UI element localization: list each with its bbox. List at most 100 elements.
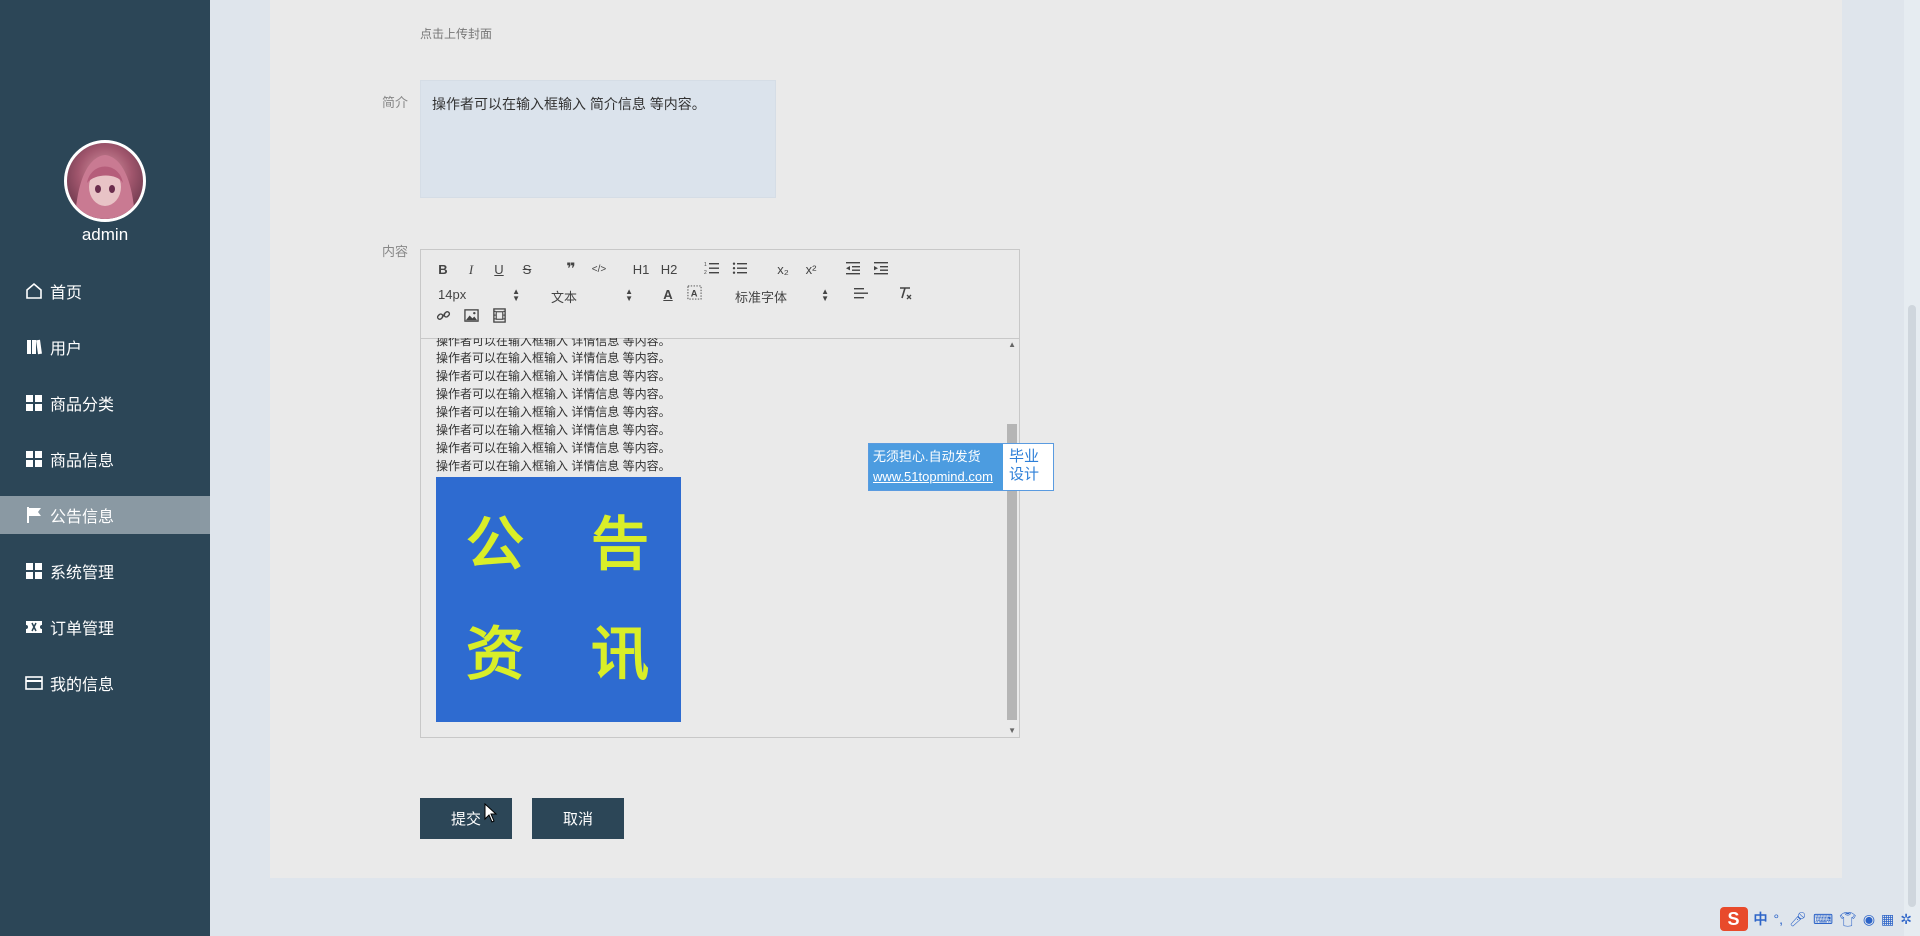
content-line: 操作者可以在输入框输入 详情信息 等内容。 [436,459,671,473]
home-icon [24,281,44,301]
sidebar-item-label: 系统管理 [50,565,115,582]
sidebar-item-orders[interactable]: 订单管理 [0,608,210,646]
scroll-up-icon[interactable]: ▲ [1008,340,1016,349]
sidebar-item-home[interactable]: 首页 [0,272,210,310]
book-icon [24,337,44,357]
sidebar-item-users[interactable]: 用户 [0,328,210,366]
indent-icon[interactable] [871,260,891,280]
intro-textarea[interactable]: 操作者可以在输入框输入 简介信息 等内容。 [420,80,776,198]
editor-scrollbar[interactable]: ▲ ▼ [1005,338,1019,737]
svg-text:2: 2 [704,270,707,276]
sidebar-item-label: 首页 [50,285,83,302]
sidebar-item-announcements[interactable]: 公告信息 [0,496,210,534]
grid-icon [24,561,44,581]
content-line: 操作者可以在输入框输入 详情信息 等内容。 [436,351,671,365]
form-panel: 点击上传封面 简介 操作者可以在输入框输入 简介信息 等内容。 内容 B I U… [270,0,1842,878]
select-arrow-icon: ▲ ▼ [625,287,633,303]
sidebar-item-label: 商品信息 [50,453,115,470]
video-icon[interactable] [489,308,509,328]
svg-text:1: 1 [704,262,707,268]
grid-icon [24,393,44,413]
heading2-button[interactable]: H2 [659,260,679,280]
upload-cover-hint[interactable]: 点击上传封面 [420,25,492,42]
intro-label: 简介 [382,95,409,110]
align-icon[interactable] [851,285,871,305]
sidebar-menu: 首页 用户 商品分类 商品信息 公告信息 系统管理 订单管理 我的信息 [0,272,210,720]
page-scrollbar[interactable] [1904,0,1920,936]
font-family-select[interactable]: 标准字体 ▲ ▼ [735,287,829,306]
announcement-banner-image: 公 告 资 讯 [436,477,681,722]
editor-content[interactable]: 操作者可以在输入框输入 详情信息 等内容。 操作者可以在输入框输入 详情信息 等… [421,338,1019,737]
watermark-badge: 无须担心.自动发货 www.51topmind.com 毕业 设计 [868,443,1054,491]
outdent-icon[interactable] [843,260,863,280]
content-line: 操作者可以在输入框输入 详情信息 等内容。 [436,423,671,437]
ime-mode[interactable]: 中 [1754,909,1768,929]
strikethrough-button[interactable]: S [517,260,537,280]
ordered-list-icon[interactable]: 12 [702,260,722,280]
italic-button[interactable]: I [461,260,481,280]
font-family-value: 标准字体 [735,290,788,305]
sidebar-item-label: 我的信息 [50,677,115,694]
bullet-list-icon[interactable] [730,260,750,280]
grid-icon [24,449,44,469]
background-color-icon[interactable]: A [684,285,704,305]
banner-char: 资 [466,620,525,688]
sidebar-item-system[interactable]: 系统管理 [0,552,210,590]
card-icon [24,673,44,693]
apps-grid-icon[interactable]: ▦ [1881,911,1894,928]
link-icon[interactable] [433,308,453,328]
font-color-icon[interactable]: A [658,285,678,305]
watermark-url: www.51topmind.com [873,469,993,484]
microphone-icon[interactable]: 🎤︎ [1789,911,1807,928]
sidebar-item-profile[interactable]: 我的信息 [0,664,210,702]
banner-char: 讯 [591,620,650,688]
sidebar-item-categories[interactable]: 商品分类 [0,384,210,422]
sidebar-item-label: 用户 [50,341,83,358]
ime-toolbar: S 中 °, 🎤︎ ⌨ 👕︎ ◉ ▦ ✲ [1719,906,1912,932]
punctuation-icon[interactable]: °, [1774,911,1784,927]
scroll-down-icon[interactable]: ▼ [1008,726,1016,735]
editor-toolbar: B I U S ❞ </> H1 H2 12 x₂ x² 14px ▲ ▼ 文本… [421,250,1019,339]
image-icon[interactable] [461,308,481,328]
select-arrow-icon: ▲ ▼ [821,287,829,303]
subscript-button[interactable]: x₂ [773,260,793,280]
underline-button[interactable]: U [489,260,509,280]
sidebar-item-products[interactable]: 商品信息 [0,440,210,478]
avatar-image [75,155,135,219]
font-size-value: 14px [438,287,467,302]
content-label: 内容 [382,244,409,259]
content-line: 操作者可以在输入框输入 详情信息 等内容。 [436,369,671,383]
sidebar-item-label: 订单管理 [50,621,115,638]
watermark-line1: 无须担心.自动发货 [873,449,981,464]
watermark-right: 毕业 设计 [1003,444,1053,490]
content-line: 操作者可以在输入框输入 详情信息 等内容。 [436,441,671,455]
skin-icon[interactable]: 👕︎ [1839,911,1857,928]
sidebar-item-label: 商品分类 [50,397,115,414]
ticket-icon [24,617,44,637]
code-block-button[interactable]: </> [589,260,609,280]
keyboard-icon[interactable]: ⌨ [1813,911,1833,928]
bold-button[interactable]: B [433,260,453,280]
sidebar-item-label: 公告信息 [50,509,115,526]
watermark-right-line1: 毕业 [1009,448,1040,465]
username: admin [81,225,129,244]
robot-icon[interactable]: ◉ [1863,911,1875,928]
content-line: 操作者可以在输入框输入 详情信息 等内容。 [436,387,671,401]
heading1-button[interactable]: H1 [631,260,651,280]
settings-icon[interactable]: ✲ [1900,911,1912,928]
sogou-logo-icon[interactable]: S [1719,907,1748,931]
watermark-right-line2: 设计 [1009,466,1040,483]
submit-button[interactable]: 提交 [420,798,512,839]
svg-text:A: A [690,288,697,298]
avatar[interactable] [64,140,146,222]
paragraph-select[interactable]: 文本 ▲ ▼ [551,287,633,306]
cancel-button[interactable]: 取消 [532,798,624,839]
clear-format-icon[interactable] [895,285,915,305]
watermark-left: 无须担心.自动发货 www.51topmind.com [869,444,1003,490]
flag-icon [24,505,44,525]
font-size-select[interactable]: 14px ▲ ▼ [438,287,520,303]
page-scrollbar-thumb[interactable] [1908,305,1916,907]
sidebar: admin 首页 用户 商品分类 商品信息 公告信息 系统管理 订单管理 我的信… [0,0,210,936]
superscript-button[interactable]: x² [801,260,821,280]
blockquote-button[interactable]: ❞ [561,260,581,280]
